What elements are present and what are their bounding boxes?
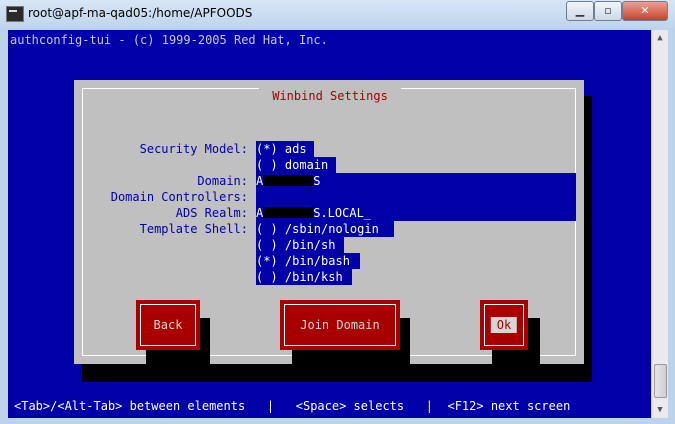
security-model-label: Security Model: [139,142,248,156]
join-domain-button[interactable]: Join Domain [280,300,400,350]
ok-button-label: Ok [490,317,518,333]
ads-realm-prefix: A [256,206,264,220]
scroll-down-arrow-icon[interactable]: ▼ [652,402,668,418]
shell-sh-radio[interactable]: ( ) /bin/sh [256,237,344,253]
template-shell-label: Template Shell: [139,222,248,236]
dialog-title: Winbind Settings [259,88,402,104]
terminal-scrollbar[interactable]: ▲ ▼ [651,30,668,418]
terminal-app-icon [6,6,24,22]
domain-label: Domain: [197,174,248,188]
close-button[interactable]: ✕ [622,1,668,21]
domain-controllers-field[interactable] [256,189,576,205]
window-right-border [667,30,675,424]
close-icon: ✕ [640,4,650,17]
back-button[interactable]: Back [136,300,200,350]
domain-field[interactable]: AS [256,173,576,189]
window-titlebar: root@apf-ma-qad05:/home/APFOODS ▁ ▫ ✕ [0,0,675,30]
terminal-screen[interactable]: authconfig-tui - (c) 1999-2005 Red Hat, … [8,30,651,418]
redacted-block [263,175,314,186]
domain-field-prefix: A [256,174,264,188]
terminal-header: authconfig-tui - (c) 1999-2005 Red Hat, … [10,33,328,47]
redacted-block [263,207,314,218]
window-title: root@apf-ma-qad05:/home/APFOODS [28,6,253,20]
ok-button[interactable]: Ok [480,300,528,350]
scroll-up-arrow-icon[interactable]: ▲ [652,30,668,46]
window-bottom-border [0,418,675,424]
shell-bash-radio[interactable]: (*) /bin/bash [256,253,360,269]
back-button-label: Back [153,318,183,332]
ads-realm-label: ADS Realm: [175,206,248,220]
scroll-thumb[interactable] [654,364,667,398]
winbind-settings-dialog: Winbind Settings Security Model: Domain:… [74,80,584,366]
maximize-icon: ▫ [604,4,612,17]
join-domain-button-label: Join Domain [300,318,380,332]
security-model-domain-radio[interactable]: ( ) domain [256,157,336,173]
security-model-ads-radio[interactable]: (*) ads [256,141,314,157]
shell-nologin-radio[interactable]: ( ) /sbin/nologin [256,221,394,237]
domain-controllers-label: Domain Controllers: [110,190,248,204]
maximize-button[interactable]: ▫ [594,1,622,21]
terminal-footer-help: <Tab>/<Alt-Tab> between elements | <Spac… [14,399,571,413]
ads-realm-suffix: S.LOCAL_ [313,206,372,220]
window-left-border [0,30,8,424]
ads-realm-field[interactable]: A S.LOCAL_ [256,205,576,221]
minimize-button[interactable]: ▁ [566,1,594,21]
domain-field-suffix: S [313,174,321,188]
shell-ksh-radio[interactable]: ( ) /bin/ksh [256,269,352,285]
minimize-icon: ▁ [575,4,585,17]
